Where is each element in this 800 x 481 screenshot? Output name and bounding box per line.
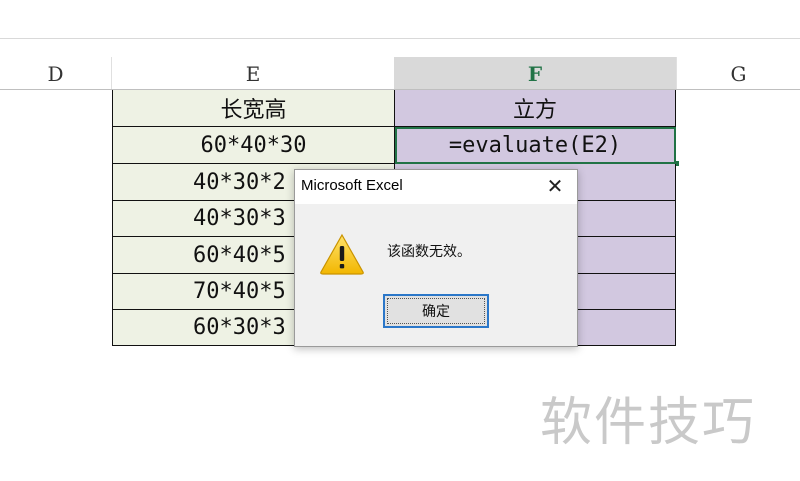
warning-icon bbox=[320, 233, 364, 275]
column-header-f[interactable]: F bbox=[394, 57, 676, 90]
cell-e1[interactable]: 长宽高 bbox=[113, 90, 395, 127]
cell-text: 60*40*30 bbox=[200, 132, 307, 158]
ribbon-edge bbox=[0, 38, 800, 39]
ok-button-label: 确定 bbox=[422, 304, 450, 320]
formula-text: =evaluate(E2) bbox=[448, 132, 622, 158]
cell-text: 40*30*3 bbox=[193, 206, 286, 231]
dialog-title-bar[interactable]: Microsoft Excel ✕ bbox=[295, 170, 577, 204]
column-header-e[interactable]: E bbox=[112, 57, 394, 90]
ok-button[interactable]: 确定 bbox=[383, 294, 489, 328]
cell-text: 60*40*5 bbox=[193, 242, 286, 268]
cell-text: 长宽高 bbox=[220, 98, 287, 123]
error-dialog: Microsoft Excel ✕ 该函数无效。 确定 bbox=[294, 169, 578, 347]
cell-text: 40*30*2 bbox=[193, 169, 286, 195]
column-header-label: G bbox=[730, 61, 747, 86]
column-header-label: D bbox=[47, 61, 64, 86]
column-header-d[interactable]: D bbox=[0, 57, 111, 90]
column-header-label: F bbox=[527, 61, 543, 86]
cell-f2-active[interactable]: =evaluate(E2) bbox=[395, 127, 676, 164]
cell-text: 70*40*5 bbox=[193, 279, 286, 304]
cell-f1[interactable]: 立方 bbox=[395, 90, 676, 127]
column-header-g[interactable]: G bbox=[677, 57, 800, 90]
column-header-label: E bbox=[245, 61, 261, 86]
cell-text: 60*30*3 bbox=[193, 315, 286, 340]
cell-text: 立方 bbox=[512, 98, 557, 123]
close-icon[interactable]: ✕ bbox=[543, 174, 567, 198]
cell-e2[interactable]: 60*40*30 bbox=[113, 127, 395, 164]
dialog-message: 该函数无效。 bbox=[387, 244, 471, 260]
dialog-title: Microsoft Excel bbox=[301, 177, 403, 194]
dialog-body: 该函数无效。 确定 bbox=[295, 204, 577, 347]
watermark-text: 软件技巧 bbox=[540, 393, 757, 453]
